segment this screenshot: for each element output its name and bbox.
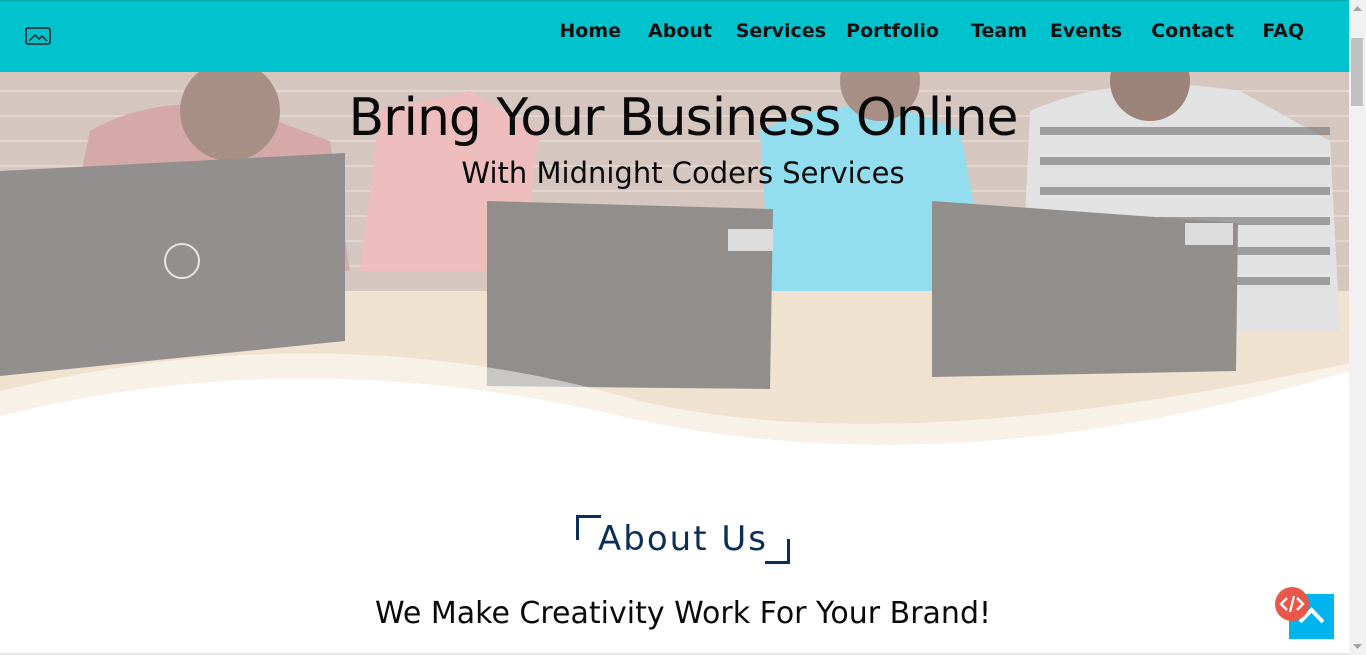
- nav-about[interactable]: About: [648, 20, 712, 42]
- code-badge-button[interactable]: [1275, 587, 1309, 621]
- hero-subtitle: With Midnight Coders Services: [461, 156, 905, 190]
- code-icon: [1279, 595, 1305, 613]
- nav-contact[interactable]: Contact: [1151, 20, 1234, 42]
- about-tagline: We Make Creativity Work For Your Brand!: [374, 596, 992, 631]
- nav-home[interactable]: Home: [559, 20, 621, 42]
- hero-title: Bring Your Business Online: [348, 88, 1018, 148]
- scroll-down-arrow-icon[interactable]: [1349, 638, 1366, 655]
- site-header: Home About Services Portfolio Team Event…: [0, 0, 1349, 72]
- vertical-scrollbar[interactable]: [1349, 0, 1366, 655]
- nav-faq[interactable]: FAQ: [1262, 20, 1304, 42]
- nav-services[interactable]: Services: [736, 20, 826, 42]
- about-heading: About Us: [575, 514, 791, 565]
- scroll-up-arrow-icon[interactable]: [1349, 0, 1366, 17]
- nav-portfolio[interactable]: Portfolio: [846, 20, 939, 42]
- nav-team[interactable]: Team: [971, 20, 1027, 42]
- nav-events[interactable]: Events: [1050, 20, 1122, 42]
- about-title: About Us: [598, 519, 768, 559]
- scrollbar-thumb[interactable]: [1351, 38, 1363, 106]
- image-icon[interactable]: [25, 26, 51, 46]
